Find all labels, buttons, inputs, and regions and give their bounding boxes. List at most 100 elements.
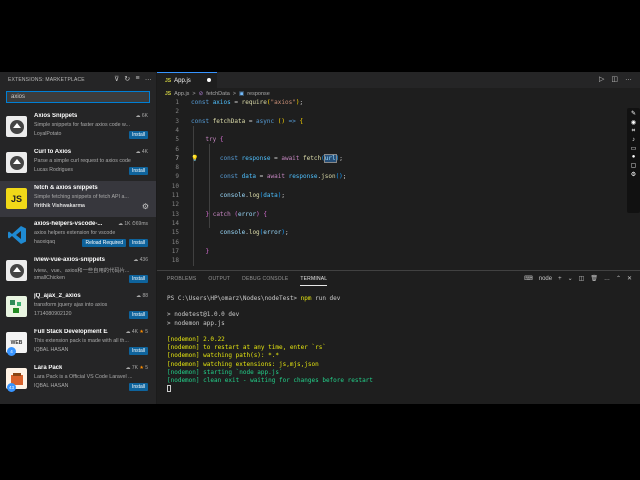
line-number: 2 xyxy=(175,108,179,116)
code-line: const fetchData = async () => { xyxy=(191,117,304,125)
more-icon[interactable]: … xyxy=(604,276,610,282)
reload-required-button[interactable]: Reload Required xyxy=(82,239,126,247)
webcam-icon[interactable]: ▭ xyxy=(631,145,637,152)
breadcrumb-separator: > xyxy=(232,91,237,97)
refresh-icon[interactable]: ↻ xyxy=(124,75,130,83)
tab-output[interactable]: OUTPUT xyxy=(208,276,230,286)
code-line: try { xyxy=(205,136,224,144)
filter-icon[interactable]: ⊽ xyxy=(114,75,119,83)
install-button[interactable]: Install xyxy=(128,275,148,283)
line-number: 5 xyxy=(175,136,179,144)
crop-icon[interactable]: ⌗ xyxy=(632,128,635,135)
terminal-line: PS C:\Users\HP\omarz\Nodes\nodeTest> npm… xyxy=(167,295,341,302)
vscode-window: EXTENSIONS: MARKETPLACE ⊽ ↻ ≡ … axios Ax… xyxy=(0,72,640,404)
function-icon: ⊘ xyxy=(198,91,204,97)
editor-tabs: JS App.js ▷ ◫ … xyxy=(157,72,640,88)
tab-label: App.js xyxy=(174,77,191,84)
breadcrumb-file[interactable]: App.js xyxy=(174,91,189,97)
bottom-panel: PROBLEMS OUTPUT DEBUG CONSOLE TERMINAL ⌨… xyxy=(157,270,640,404)
download-count: ☁ 88 xyxy=(136,293,148,299)
extension-item[interactable]: iview-vue-axios-snippets ☁ 436 iview、vue… xyxy=(0,253,156,289)
gear-icon[interactable]: ⚙ xyxy=(142,202,149,211)
tab-terminal[interactable]: TERMINAL xyxy=(300,276,328,286)
pack-count-badge: 43 xyxy=(7,383,16,392)
line-number: 17 xyxy=(171,247,179,255)
code-line: console.log(error); xyxy=(219,229,289,237)
window-icon[interactable]: ▢ xyxy=(631,162,637,169)
extension-description: iview、vue、axios和一些自用的代码片... xyxy=(34,268,130,274)
extension-name: Lara Pack xyxy=(34,365,63,371)
terminal-line: [nodemon] clean exit - waiting for chang… xyxy=(167,376,373,384)
unsaved-dot-icon[interactable] xyxy=(207,78,211,82)
terminal-line: [nodemon] watching extensions: js,mjs,js… xyxy=(167,360,319,368)
download-count: ☁ 6K xyxy=(135,113,148,119)
line-number: 10 xyxy=(171,182,179,190)
extension-publisher: IQBAL HASAN xyxy=(34,383,69,389)
terminal-icon: ⌨ xyxy=(524,276,533,282)
code-line: } xyxy=(205,247,210,255)
shell-label[interactable]: node xyxy=(539,276,552,282)
extension-item[interactable]: axios-helpers-vscode-... ☁ 1K ⏱69ms axio… xyxy=(0,217,156,253)
camera-icon[interactable]: ◉ xyxy=(631,119,636,126)
code-line: } catch (error) { xyxy=(205,210,267,218)
extension-item[interactable]: jQ_ajax_2_axios ☁ 88 transform jquery aj… xyxy=(0,289,156,325)
breadcrumb-function[interactable]: fetchData xyxy=(206,91,230,97)
install-button[interactable]: Install xyxy=(128,383,148,391)
tab-problems[interactable]: PROBLEMS xyxy=(167,276,196,286)
terminal-cursor xyxy=(167,385,171,393)
extension-name: iview-vue-axios-snippets xyxy=(34,257,106,263)
js-file-icon: JS xyxy=(165,77,172,84)
terminal-output[interactable]: PS C:\Users\HP\omarz\Nodes\nodeTest> npm… xyxy=(167,295,373,393)
line-number: 1 xyxy=(175,99,179,106)
close-icon[interactable]: ✕ xyxy=(627,275,632,282)
js-file-icon: JS xyxy=(165,91,172,97)
tab-debug-console[interactable]: DEBUG CONSOLE xyxy=(242,276,288,286)
extension-publisher: smallChicken xyxy=(34,275,65,281)
extension-item[interactable]: 43 Lara Pack ☁ 7K ★ 5 Lara Pack is a Off… xyxy=(0,361,156,397)
line-number: 15 xyxy=(171,229,179,237)
clear-icon[interactable]: ≡ xyxy=(136,75,140,83)
extension-publisher: 1714080902120 xyxy=(34,311,72,317)
pack-count-badge: 4 xyxy=(7,347,16,356)
extension-item[interactable]: Axios Snippets ☁ 6K Simple snippets for … xyxy=(0,109,156,145)
install-button[interactable]: Install xyxy=(128,167,148,175)
new-terminal-icon[interactable]: + xyxy=(558,276,562,282)
extension-description: transform jquery ajax into axios xyxy=(34,302,108,308)
extension-list: Axios Snippets ☁ 6K Simple snippets for … xyxy=(0,109,156,397)
install-button[interactable]: Install xyxy=(128,239,148,247)
install-button[interactable]: Install xyxy=(128,347,148,355)
record-icon[interactable]: ● xyxy=(632,154,636,160)
extension-item-selected[interactable]: JS fetch & axios snippets Simple fetchin… xyxy=(0,181,156,217)
extension-item[interactable]: Curl to Axios ☁ 4K Parse a simple curl r… xyxy=(0,145,156,181)
trash-icon[interactable]: 🗑 xyxy=(590,275,598,282)
line-number: 13 xyxy=(171,210,179,218)
mic-icon[interactable]: ♪ xyxy=(632,137,635,143)
code-editor[interactable]: 1 const axios = require("axios"); 2 3 cons… xyxy=(157,98,627,270)
breadcrumb-variable[interactable]: response xyxy=(247,91,270,97)
extension-name: Full Stack Development E... xyxy=(34,329,108,335)
chevron-down-icon[interactable]: ⌄ xyxy=(568,275,573,282)
tab-app-js[interactable]: JS App.js xyxy=(157,72,217,88)
pen-icon[interactable]: ✎ xyxy=(631,110,636,117)
more-icon[interactable]: … xyxy=(145,75,152,83)
install-button[interactable]: Install xyxy=(128,131,148,139)
maximize-icon[interactable]: ⌃ xyxy=(616,275,621,282)
extension-description: Parse a simple curl request to axios cod… xyxy=(34,158,131,164)
code-line: console.log(data); xyxy=(219,192,285,199)
extension-search-input[interactable]: axios xyxy=(6,91,150,103)
code-line: const data = await response.json(); xyxy=(219,173,347,181)
extension-name: axios-helpers-vscode-... xyxy=(34,221,103,227)
settings-icon[interactable]: ⚙ xyxy=(631,171,636,178)
extension-name: jQ_ajax_2_axios xyxy=(34,293,81,299)
install-button[interactable]: Install xyxy=(128,311,148,319)
split-editor-icon[interactable]: ◫ xyxy=(611,75,618,83)
line-number: 16 xyxy=(171,238,179,246)
run-icon[interactable]: ▷ xyxy=(599,75,604,83)
more-actions-icon[interactable]: … xyxy=(625,75,632,83)
extension-name: Axios Snippets xyxy=(34,113,78,119)
extension-logo xyxy=(6,116,27,137)
extension-item[interactable]: WEB 4 Full Stack Development E... ☁ 4K ★… xyxy=(0,325,156,361)
split-terminal-icon[interactable]: ◫ xyxy=(579,275,585,282)
